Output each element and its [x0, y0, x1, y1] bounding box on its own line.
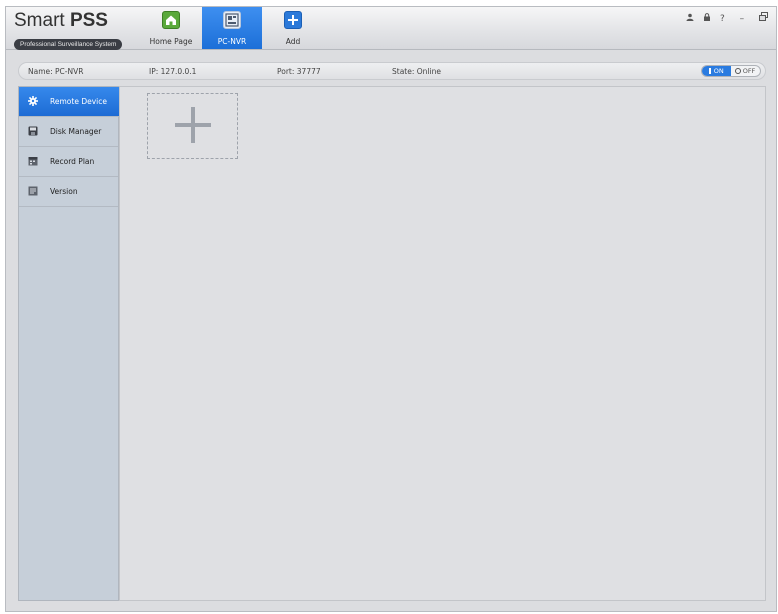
tab-add[interactable]: Add [263, 7, 323, 49]
logo-title: Smart PSS [14, 11, 134, 31]
toggle-off-circle-icon [734, 68, 741, 74]
tab-add-label: Add [285, 37, 301, 46]
sidebar: Remote Device Disk Manager Record Plan V… [18, 86, 131, 601]
sidebar-item-disk-manager[interactable]: Disk Manager [19, 117, 118, 147]
add-device-tile[interactable] [147, 93, 238, 159]
tab-home-page[interactable]: Home Page [141, 7, 201, 49]
device-info-bar: Name: PC-NVR IP: 127.0.0.1 Port: 37777 S… [18, 62, 766, 80]
plus-icon [175, 107, 211, 147]
help-icon[interactable]: ? [720, 14, 731, 24]
tab-home-page-label: Home Page [149, 37, 193, 46]
device-port: Port: 37777 [277, 67, 321, 76]
window-controls: ? – [686, 12, 768, 24]
disk-icon [28, 126, 38, 136]
device-name: Name: PC-NVR [28, 67, 84, 76]
add-icon [284, 11, 302, 29]
logo-title-light: Smart [14, 10, 70, 31]
sidebar-item-label: Record Plan [50, 157, 95, 166]
sidebar-item-version[interactable]: Version [19, 177, 118, 207]
home-icon [162, 11, 180, 29]
gear-icon [28, 96, 38, 106]
title-bar: Smart PSS Professional Surveillance Syst… [6, 7, 776, 50]
user-icon[interactable] [686, 13, 703, 24]
app-window: Smart PSS Professional Surveillance Syst… [5, 6, 777, 612]
sidebar-item-label: Disk Manager [50, 127, 102, 136]
toggle-off-label: OFF [742, 67, 756, 75]
calendar-icon [28, 156, 38, 166]
toggle-on[interactable]: ON [702, 66, 731, 76]
toggle-on-label: ON [713, 67, 724, 75]
version-icon [28, 186, 38, 196]
sidebar-item-label: Remote Device [50, 97, 107, 106]
sidebar-item-record-plan[interactable]: Record Plan [19, 147, 118, 177]
toggle-on-bar-icon [709, 68, 711, 74]
tab-pc-nvr-label: PC-NVR [217, 37, 247, 46]
nvr-icon [223, 11, 241, 29]
minimize-button[interactable]: – [740, 14, 751, 24]
app-logo: Smart PSS Professional Surveillance Syst… [14, 11, 134, 50]
logo-subtitle: Professional Surveillance System [14, 39, 123, 50]
device-ip: IP: 127.0.0.1 [149, 67, 197, 76]
device-state: State: Online [392, 67, 441, 76]
power-toggle[interactable]: ON OFF [701, 65, 761, 77]
sidebar-item-label: Version [50, 187, 78, 196]
lock-icon[interactable] [703, 13, 720, 24]
restore-icon[interactable] [759, 12, 768, 24]
toggle-off[interactable]: OFF [730, 66, 760, 76]
logo-title-bold: PSS [69, 10, 108, 31]
sidebar-item-remote-device[interactable]: Remote Device [19, 87, 131, 117]
tab-pc-nvr[interactable]: PC-NVR [202, 7, 262, 49]
remote-device-panel [119, 86, 766, 601]
